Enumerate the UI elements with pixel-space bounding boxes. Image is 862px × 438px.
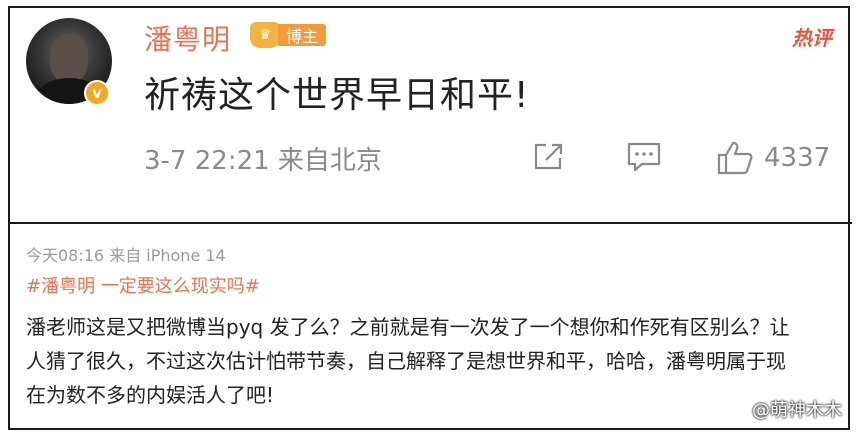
comment-body: 潘老师这是又把微博当pyq 发了么？之前就是有一次发了一个想你和作死有区别么？让…	[26, 310, 838, 412]
comment-line: 人猜了很久，不过这次估计怕带节奏，自己解释了是想世界和平，哈哈，潘粤明属于现	[26, 349, 786, 373]
post-meta: 3-7 22:21 来自北京	[144, 146, 382, 176]
comment-button[interactable]	[626, 140, 662, 174]
badge-label: 博主	[278, 24, 327, 46]
blogger-badge: ♛ 博主	[250, 22, 327, 48]
hashtag-link[interactable]: #潘粤明 一定要这么现实吗#	[26, 272, 260, 298]
username[interactable]: 潘粤明	[144, 18, 231, 58]
comment-line: 在为数不多的内娱活人了吧!	[26, 383, 275, 407]
comment-icon	[627, 142, 661, 172]
post-text: 祈祷这个世界早日和平!	[144, 75, 530, 116]
like-button[interactable]: 4337	[716, 140, 830, 176]
crown-icon: ♛	[250, 22, 280, 48]
avatar-face	[50, 34, 88, 82]
like-count: 4337	[764, 143, 831, 173]
comment-line: 潘老师这是又把微博当pyq 发了么？之前就是有一次发了一个想你和作死有区别么？让	[26, 315, 790, 339]
divider	[10, 222, 852, 224]
like-icon	[717, 141, 753, 175]
verified-icon: v	[84, 80, 110, 106]
hot-comment-label: 热评	[792, 26, 832, 50]
watermark: @萌神木木	[752, 400, 842, 421]
share-button[interactable]	[532, 140, 566, 172]
comment-meta: 今天08:16 来自 iPhone 14	[26, 246, 226, 265]
share-icon	[534, 143, 563, 170]
